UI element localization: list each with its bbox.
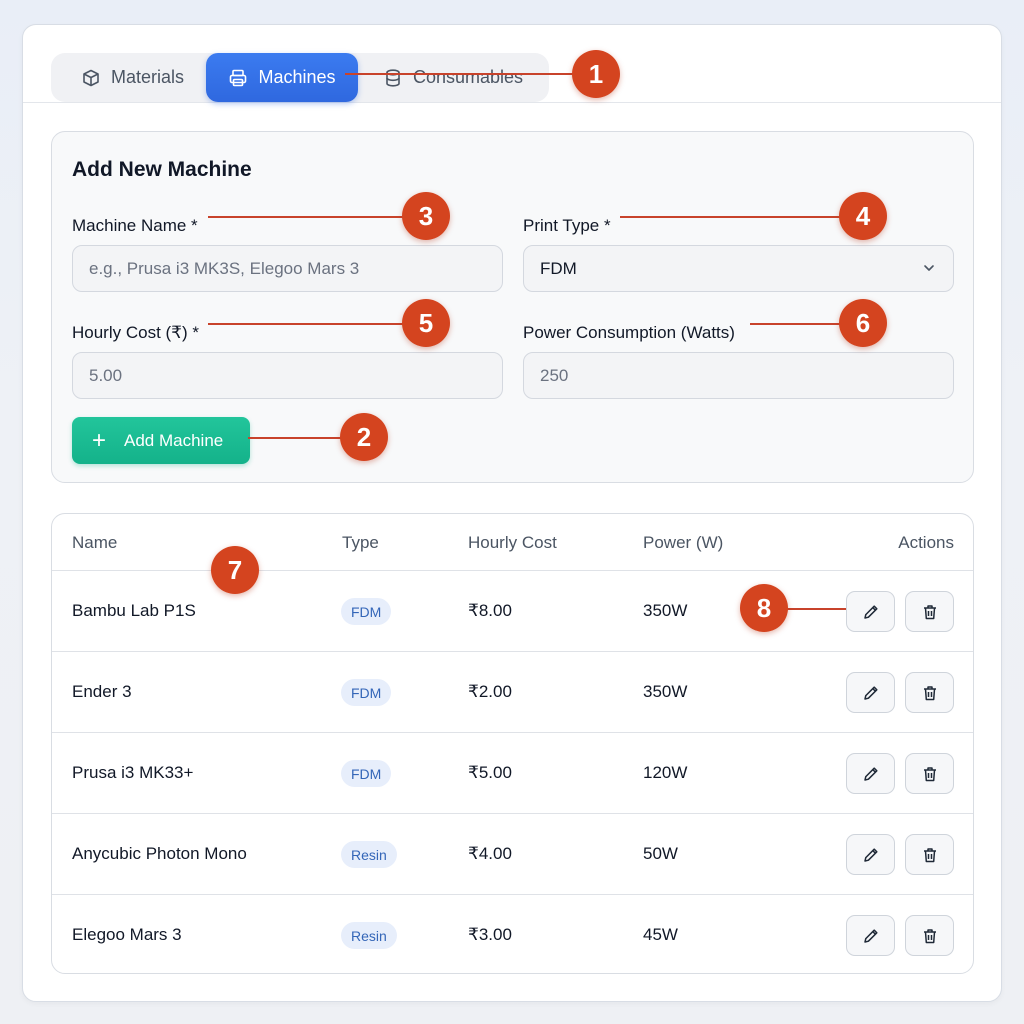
- hourly-cost-placeholder: 5.00: [89, 365, 123, 385]
- tabs-bar: Materials Machines Consumables: [23, 25, 1001, 103]
- row-power: 45W: [643, 925, 678, 944]
- chevron-down-icon: [924, 265, 934, 271]
- print-type-select[interactable]: FDM: [523, 245, 954, 292]
- table-row: Bambu Lab P1S FDM ₹8.00 350W: [52, 571, 973, 652]
- delete-button[interactable]: [905, 915, 954, 956]
- power-consumption-placeholder: 250: [540, 365, 569, 385]
- row-power: 50W: [643, 844, 678, 863]
- callout-1: 1: [572, 50, 620, 98]
- delete-button[interactable]: [905, 672, 954, 713]
- row-power: 120W: [643, 763, 688, 782]
- row-hourly-cost: ₹8.00: [468, 601, 512, 620]
- row-name: Bambu Lab P1S: [72, 601, 196, 620]
- machine-name-placeholder: e.g., Prusa i3 MK3S, Elegoo Mars 3: [89, 258, 360, 278]
- table-row: Elegoo Mars 3 Resin ₹3.00 45W: [52, 895, 973, 973]
- callout-line: [248, 437, 342, 439]
- form-title: Add New Machine: [72, 158, 252, 181]
- edit-button[interactable]: [846, 672, 895, 713]
- callout-line: [208, 216, 404, 218]
- row-hourly-cost: ₹5.00: [468, 763, 512, 782]
- machine-name-label: Machine Name *: [72, 216, 198, 235]
- callout-line: [208, 323, 404, 325]
- hourly-cost-input[interactable]: 5.00: [72, 352, 503, 399]
- row-name: Elegoo Mars 3: [72, 925, 182, 944]
- tab-machines-label: Machines: [258, 67, 336, 87]
- edit-button[interactable]: [846, 591, 895, 632]
- header-hourly-cost: Hourly Cost: [468, 533, 557, 552]
- delete-button[interactable]: [905, 753, 954, 794]
- trash-icon: [923, 847, 936, 862]
- tab-group: Materials Machines Consumables: [51, 53, 549, 102]
- pencil-icon: [863, 685, 878, 700]
- header-power: Power (W): [643, 533, 724, 552]
- trash-icon: [923, 685, 936, 700]
- header-actions: Actions: [898, 533, 954, 552]
- table-row: Anycubic Photon Mono Resin ₹4.00 50W: [52, 814, 973, 895]
- pencil-icon: [863, 847, 878, 862]
- callout-7: 7: [211, 546, 259, 594]
- tab-consumables[interactable]: Consumables: [369, 53, 537, 102]
- hourly-cost-label: Hourly Cost (₹) *: [72, 323, 200, 342]
- header-name: Name: [72, 533, 118, 552]
- callout-2: 2: [340, 413, 388, 461]
- table-row: Prusa i3 MK33+ FDM ₹5.00 120W: [52, 733, 973, 814]
- add-machine-button[interactable]: + Add Machine: [72, 417, 250, 464]
- type-badge: FDM: [341, 679, 392, 706]
- database-icon: [386, 68, 400, 87]
- row-name: Ender 3: [72, 682, 132, 701]
- plus-icon: +: [92, 426, 107, 454]
- callout-line: [620, 216, 840, 218]
- header-type: Type: [342, 533, 379, 552]
- power-consumption-label: Power Consumption (Watts): [523, 323, 735, 342]
- row-hourly-cost: ₹4.00: [468, 844, 512, 863]
- table-header: Name Type Hourly Cost Power (W) Actions: [52, 514, 973, 571]
- row-power: 350W: [643, 601, 688, 620]
- edit-button[interactable]: [846, 753, 895, 794]
- box-icon: [83, 69, 99, 86]
- row-name: Anycubic Photon Mono: [72, 844, 247, 863]
- callout-6: 6: [839, 299, 887, 347]
- print-type-value: FDM: [540, 258, 577, 278]
- machines-table: Name Type Hourly Cost Power (W) Actions …: [51, 513, 974, 974]
- type-badge: Resin: [341, 922, 397, 949]
- tab-materials-label: Materials: [111, 67, 185, 87]
- pencil-icon: [863, 604, 878, 619]
- pencil-icon: [863, 766, 878, 781]
- row-name: Prusa i3 MK33+: [72, 763, 194, 782]
- edit-button[interactable]: [846, 915, 895, 956]
- callout-3: 3: [402, 192, 450, 240]
- trash-icon: [923, 766, 936, 781]
- power-consumption-input[interactable]: 250: [523, 352, 954, 399]
- table-row: Ender 3 FDM ₹2.00 350W: [52, 652, 973, 733]
- tab-machines[interactable]: Machines: [206, 53, 358, 102]
- edit-button[interactable]: [846, 834, 895, 875]
- callout-line: [750, 323, 840, 325]
- callout-line: [786, 608, 846, 610]
- delete-button[interactable]: [905, 834, 954, 875]
- trash-icon: [923, 928, 936, 943]
- callout-line: [345, 73, 575, 75]
- row-hourly-cost: ₹2.00: [468, 682, 512, 701]
- callout-5: 5: [402, 299, 450, 347]
- add-machine-form: Add New Machine Machine Name * e.g., Pru…: [51, 131, 974, 483]
- tab-consumables-label: Consumables: [413, 67, 524, 87]
- machines-panel: Materials Machines Consumables Add New M…: [22, 24, 1002, 1002]
- pencil-icon: [863, 928, 878, 943]
- type-badge: FDM: [341, 760, 392, 787]
- delete-button[interactable]: [905, 591, 954, 632]
- callout-8: 8: [740, 584, 788, 632]
- row-power: 350W: [643, 682, 688, 701]
- print-type-label: Print Type *: [523, 216, 611, 235]
- machine-name-input[interactable]: e.g., Prusa i3 MK3S, Elegoo Mars 3: [72, 245, 503, 292]
- printer-icon: [230, 69, 247, 86]
- add-machine-label: Add Machine: [124, 430, 224, 450]
- trash-icon: [923, 604, 936, 619]
- callout-4: 4: [839, 192, 887, 240]
- type-badge: FDM: [341, 598, 392, 625]
- tab-materials[interactable]: Materials: [67, 53, 198, 102]
- type-badge: Resin: [341, 841, 397, 868]
- row-hourly-cost: ₹3.00: [468, 925, 512, 944]
